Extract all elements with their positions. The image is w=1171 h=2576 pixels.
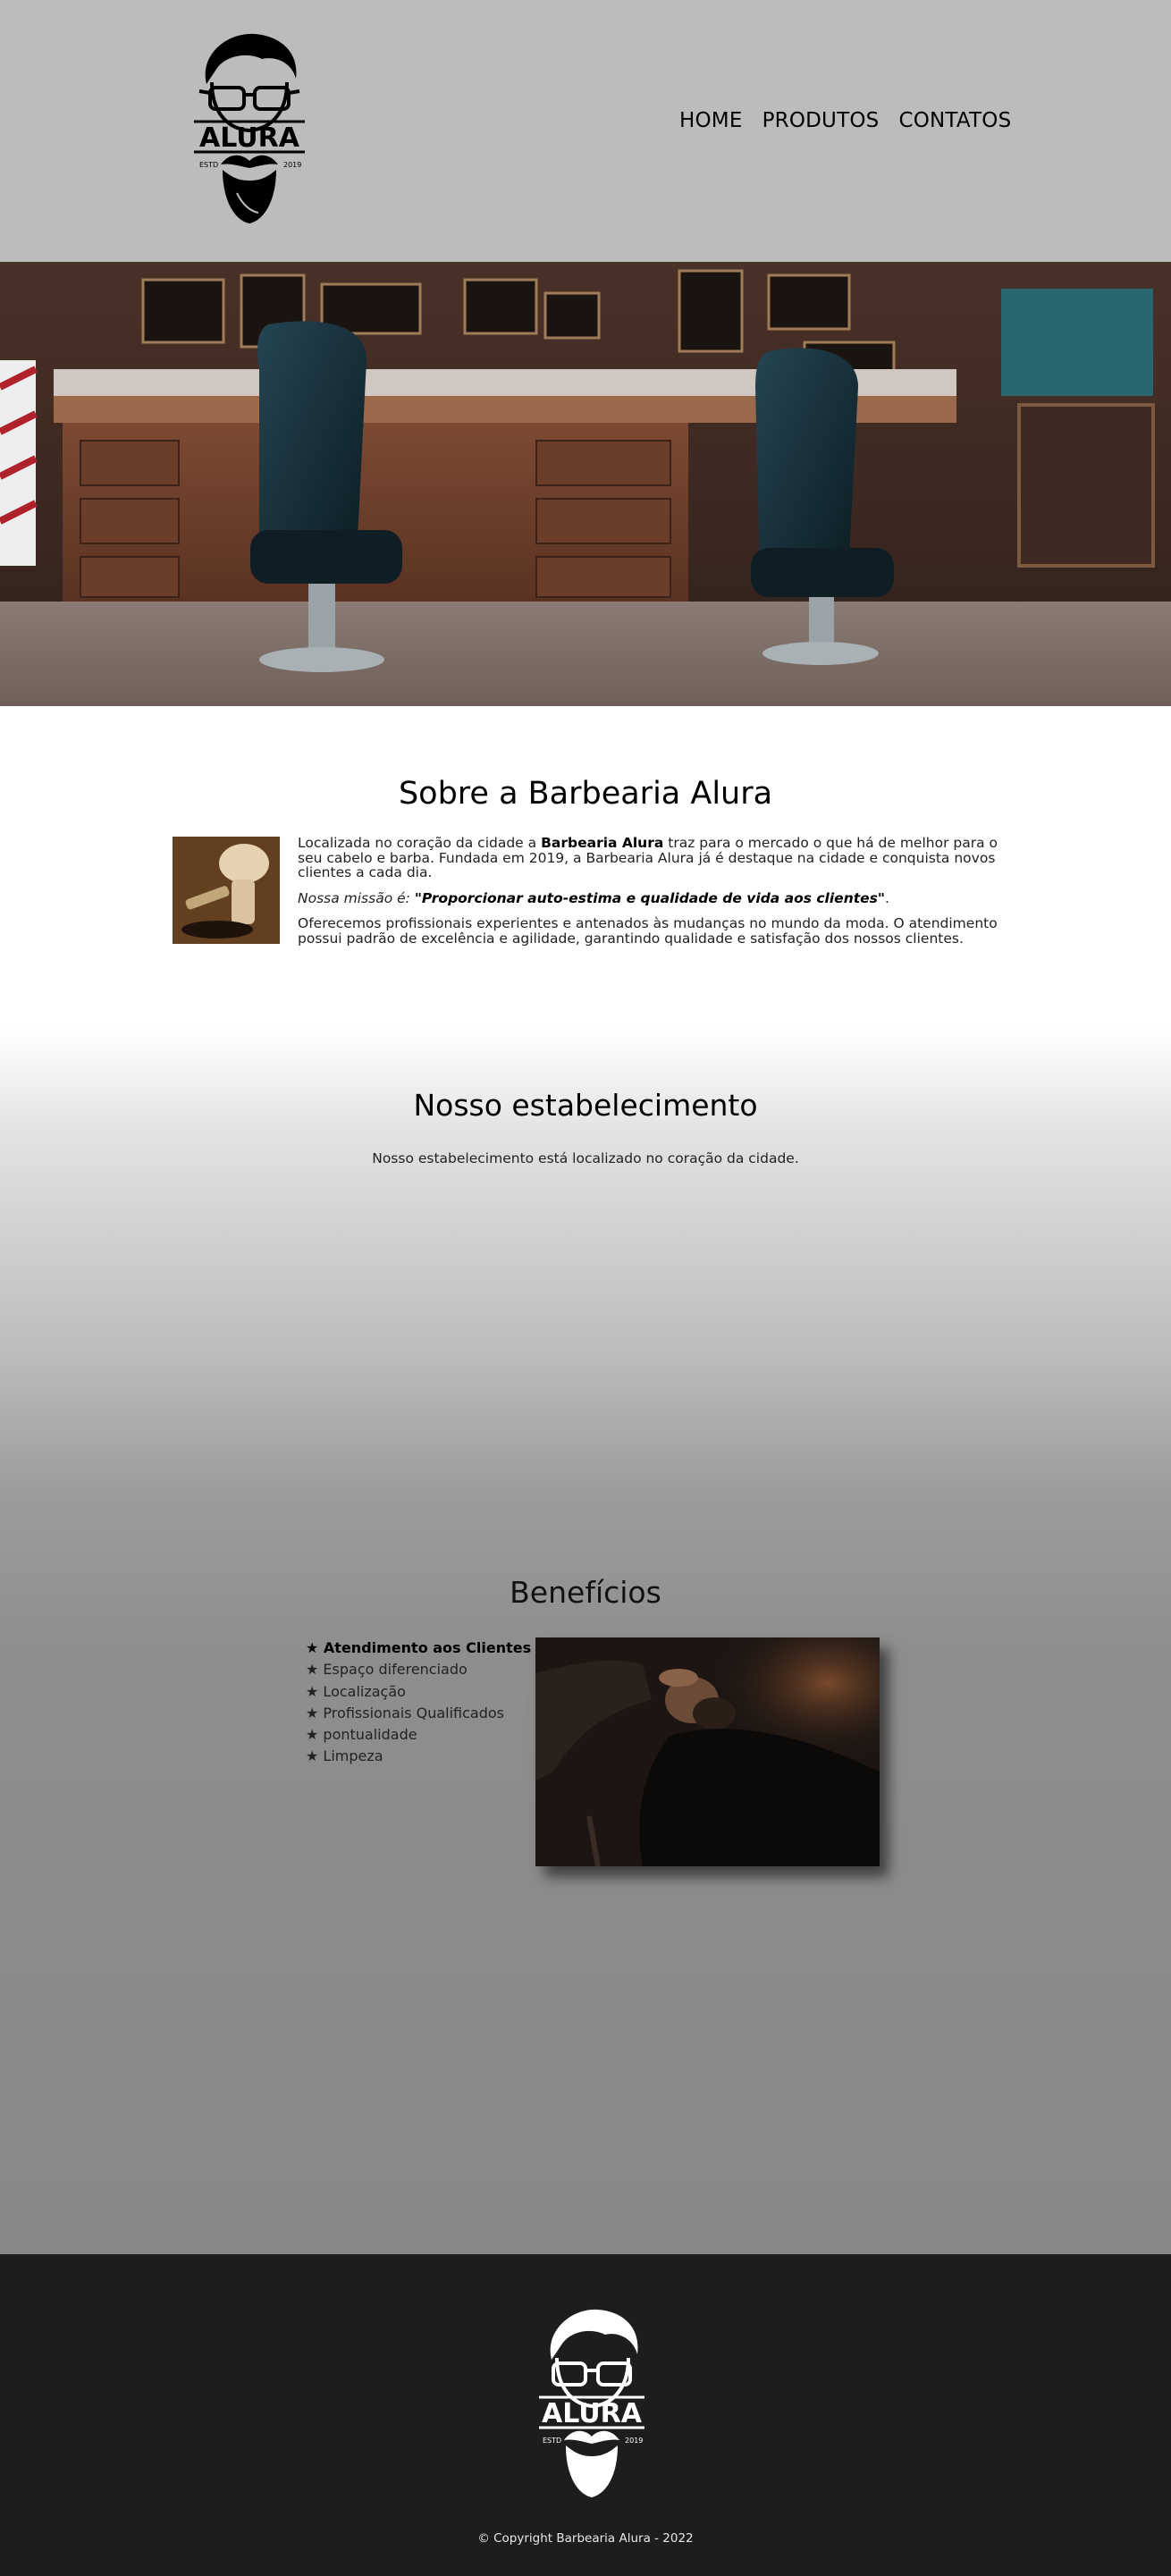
list-item: ★ Espaço diferenciado: [306, 1661, 468, 1679]
list-item: ★ Localização: [306, 1682, 406, 1700]
nav-produtos-link[interactable]: PRODUTOS: [762, 109, 880, 132]
svg-text:ESTD: ESTD: [199, 161, 218, 169]
bearded-man-logo-icon[interactable]: ALURA ESTD 2019: [190, 29, 308, 227]
barber-shaving-client-photo: [535, 1637, 880, 1866]
about-paragraph-3: Oferecemos profissionais experientes e a…: [298, 915, 998, 947]
list-item: ★ Profissionais Qualificados: [306, 1704, 504, 1722]
main-nav: HOME PRODUTOS CONTATOS: [679, 109, 1011, 132]
list-item: ★ Atendimento aos Clientes: [306, 1639, 532, 1656]
about-paragraph-1: Localizada no coração da cidade a Barbea…: [298, 835, 998, 880]
svg-text:2019: 2019: [283, 161, 301, 169]
footer-logo-brand: ALURA: [542, 2398, 643, 2429]
establishment-text: Nosso estabelecimento está localizado no…: [372, 1150, 799, 1166]
svg-text:2019: 2019: [625, 2437, 643, 2445]
about-mission: Nossa missão é: "Proporcionar auto-estim…: [298, 889, 889, 906]
nav-home-link[interactable]: HOME: [679, 109, 743, 132]
logo-brand: ALURA: [199, 122, 300, 154]
copyright-text: © Copyright Barbearia Alura - 2022: [477, 2531, 694, 2546]
bearded-man-logo-white-icon[interactable]: ALURA ESTD 2019: [535, 2304, 648, 2501]
svg-text:ESTD: ESTD: [543, 2437, 561, 2445]
about-section: Sobre a Barbearia Alura Localizada no co…: [0, 706, 1171, 1028]
list-item: ★ pontualidade: [306, 1726, 417, 1744]
site-header: ALURA ESTD 2019 HOME PRODUTOS CONTATOS: [0, 0, 1171, 262]
list-item: ★ Limpeza: [306, 1747, 383, 1765]
about-title: Sobre a Barbearia Alura: [398, 776, 773, 812]
site-footer: ALURA ESTD 2019 © Copyright Barbearia Al…: [0, 2254, 1171, 2576]
benefits-list: ★ Atendimento aos Clientes ★ Espaço dife…: [306, 1637, 531, 1768]
benefits-title: Benefícios: [510, 1575, 661, 1610]
nav-contatos-link[interactable]: CONTATOS: [898, 109, 1011, 132]
about-text: Localizada no coração da cidade a Barbea…: [298, 836, 1013, 956]
shaving-brush-photo: [173, 837, 280, 944]
barbershop-interior-photo: [0, 262, 1171, 706]
establishment-title: Nosso estabelecimento: [413, 1088, 758, 1123]
hero-banner: [0, 262, 1171, 706]
